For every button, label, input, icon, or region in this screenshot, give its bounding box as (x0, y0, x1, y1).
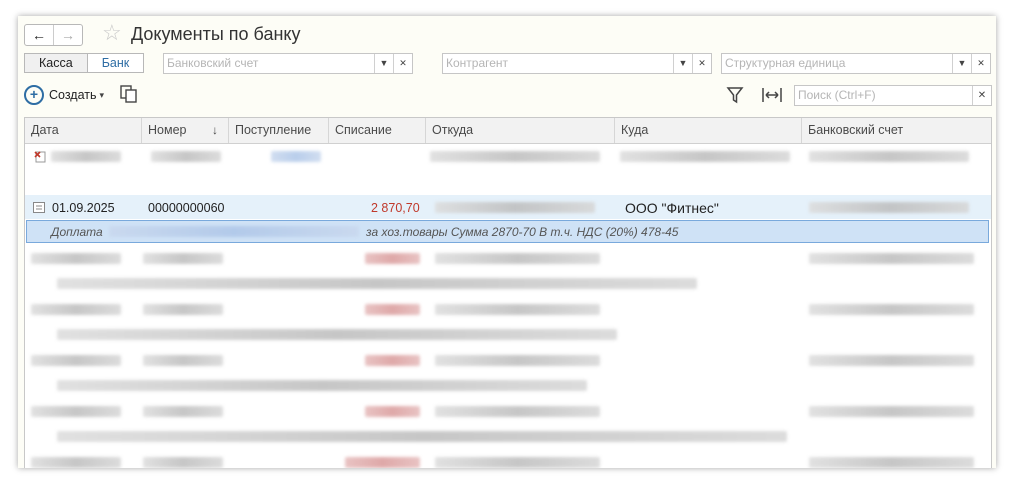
payment-purpose-row[interactable]: Доплата за хоз.товары Сумма 2870-70 В т.… (26, 220, 989, 243)
page-title: Документы по банку (131, 24, 301, 44)
table-cell (143, 304, 223, 315)
clear-icon[interactable]: ✕ (692, 54, 711, 73)
favorite-star-icon[interactable]: ☆ (102, 22, 122, 44)
table-row-detail[interactable] (57, 431, 787, 442)
table-cell (435, 355, 600, 366)
table-cell (271, 151, 321, 162)
table-row[interactable] (31, 457, 121, 468)
table-header: Дата Номер ↓ Поступление Списание Откуда… (25, 118, 991, 144)
bank-account-placeholder: Банковский счет (167, 56, 259, 70)
table-row[interactable] (51, 151, 121, 162)
copy-icon[interactable] (120, 85, 138, 103)
table-cell (809, 304, 974, 315)
navigation-buttons: ← → (24, 24, 83, 46)
table-cell (809, 457, 974, 468)
table-row-detail[interactable] (57, 380, 587, 391)
selected-writeoff: 2 870,70 (371, 201, 420, 215)
column-income[interactable]: Поступление (229, 118, 329, 143)
create-button[interactable]: + Создать ▾ (24, 85, 104, 105)
chevron-down-icon[interactable]: ▼ (374, 54, 393, 73)
table-cell (435, 457, 600, 468)
selected-from-blurred (435, 202, 595, 213)
bank-documents-window: ← → ☆ Документы по банку Касса Банк Банк… (18, 16, 996, 468)
column-writeoff[interactable]: Списание (329, 118, 426, 143)
column-bank-account[interactable]: Банковский счет (802, 118, 991, 143)
payment-purpose-prefix: Доплата (51, 225, 103, 239)
sort-descending-icon: ↓ (212, 123, 218, 137)
forward-arrow-icon[interactable]: → (53, 25, 82, 45)
table-cell (435, 253, 600, 264)
selected-to: ООО "Фитнес" (625, 200, 719, 216)
table-cell (809, 253, 974, 264)
chevron-down-icon[interactable]: ▼ (952, 54, 971, 73)
counterparty-placeholder: Контрагент (446, 56, 509, 70)
table-cell (430, 151, 600, 162)
table-row[interactable] (31, 253, 121, 264)
table-row-detail[interactable] (57, 329, 617, 340)
payment-purpose-blurred (109, 226, 359, 237)
structural-unit-placeholder: Структурная единица (725, 56, 846, 70)
selected-date: 01.09.2025 (52, 201, 115, 215)
column-width-icon[interactable] (760, 86, 784, 104)
tab-cash[interactable]: Касса (24, 53, 88, 73)
counterparty-filter[interactable]: Контрагент ▼ ✕ (442, 53, 712, 74)
table-row[interactable] (31, 355, 121, 366)
back-arrow-icon[interactable]: ← (25, 25, 53, 45)
table-cell (620, 151, 790, 162)
table-cell (143, 253, 223, 264)
tab-bank[interactable]: Банк (87, 53, 145, 73)
column-number[interactable]: Номер ↓ (142, 118, 229, 143)
column-number-label: Номер (148, 123, 187, 137)
table-cell (143, 355, 223, 366)
source-switch: Касса Банк (24, 53, 145, 73)
plus-circle-icon: + (24, 85, 44, 105)
filter-icon[interactable] (726, 86, 744, 104)
table-cell (809, 406, 974, 417)
document-deleted-icon (34, 151, 46, 163)
table-row[interactable] (31, 406, 121, 417)
table-cell (151, 151, 221, 162)
table-cell (435, 406, 600, 417)
selected-account-blurred (809, 202, 969, 213)
table-cell (809, 151, 969, 162)
clear-icon[interactable]: ✕ (393, 54, 412, 73)
clear-icon[interactable]: ✕ (971, 54, 990, 73)
column-from[interactable]: Откуда (426, 118, 615, 143)
search-input[interactable]: Поиск (Ctrl+F) ✕ (794, 85, 992, 106)
bank-account-filter[interactable]: Банковский счет ▼ ✕ (163, 53, 413, 74)
chevron-down-icon[interactable]: ▼ (673, 54, 692, 73)
table-cell (345, 457, 420, 468)
table-row-detail[interactable] (57, 278, 697, 289)
documents-table: Дата Номер ↓ Поступление Списание Откуда… (24, 117, 992, 468)
clear-search-icon[interactable]: ✕ (972, 86, 991, 105)
payment-purpose-text: за хоз.товары Сумма 2870-70 В т.ч. НДС (… (366, 225, 679, 239)
create-label: Создать (49, 88, 97, 102)
table-cell (143, 457, 223, 468)
table-cell (809, 355, 974, 366)
table-cell (435, 304, 600, 315)
table-cell (365, 355, 420, 366)
search-placeholder: Поиск (Ctrl+F) (798, 88, 876, 102)
column-to[interactable]: Куда (615, 118, 802, 143)
selected-number: 00000000060 (148, 201, 225, 215)
column-date[interactable]: Дата (25, 118, 142, 143)
table-cell (143, 406, 223, 417)
table-row[interactable] (31, 304, 121, 315)
table-cell (365, 253, 420, 264)
structural-unit-filter[interactable]: Структурная единица ▼ ✕ (721, 53, 991, 74)
document-icon (33, 202, 45, 213)
table-cell (365, 406, 420, 417)
table-cell (365, 304, 420, 315)
dropdown-caret-icon: ▾ (99, 89, 105, 100)
